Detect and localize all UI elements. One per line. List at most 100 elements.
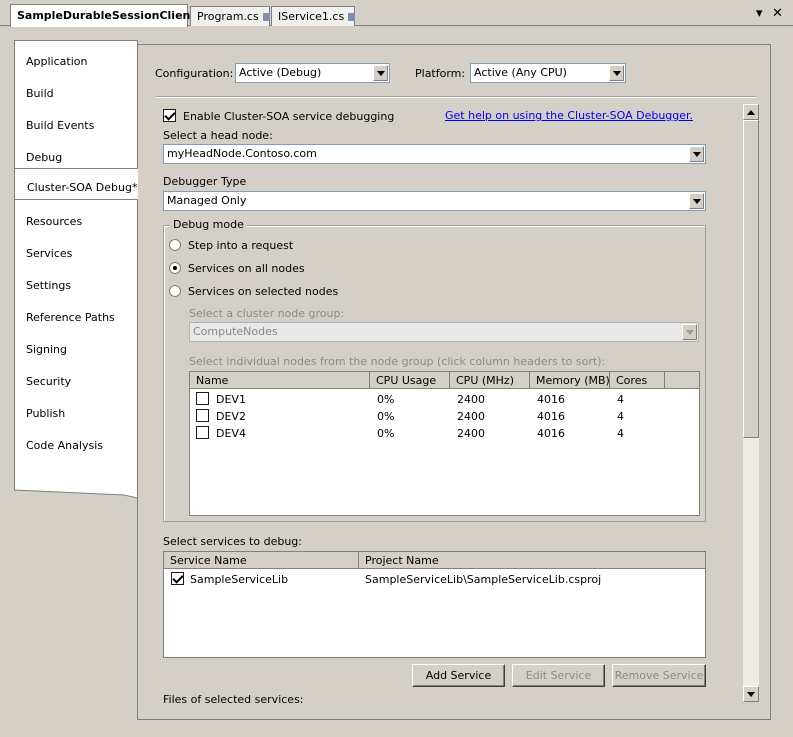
sidebar-item-signing[interactable]: Signing [14, 331, 138, 363]
remove-service-button[interactable]: Remove Service [612, 664, 706, 687]
scroll-thumb[interactable] [743, 120, 759, 438]
property-pages-nav: Application Build Build Events Debug Cluster… [14, 40, 138, 700]
chevron-down-icon[interactable] [373, 65, 388, 81]
chevron-down-icon[interactable] [609, 65, 624, 81]
radio-step-into-request[interactable] [169, 239, 181, 251]
sidebar-item-code-analysis[interactable]: Code Analysis [14, 427, 138, 459]
tab-iservice1-cs[interactable]: IService1.cs [271, 6, 356, 26]
sidebar-item-cluster-soa-debug[interactable]: Cluster-SOA Debug* [14, 168, 138, 200]
node-cores-cell: 4 [617, 393, 624, 406]
lock-icon [262, 13, 270, 21]
sidebar-item-label: Publish [26, 407, 66, 420]
services-grid[interactable]: Service Name Project Name SampleServiceL… [163, 551, 706, 658]
node-group-select[interactable]: ComputeNodes [189, 322, 699, 342]
radio-label: Services on all nodes [188, 262, 305, 275]
head-node-label: Select a head node: [163, 129, 273, 142]
node-checkbox[interactable] [196, 426, 209, 439]
sidebar-item-publish[interactable]: Publish [14, 395, 138, 427]
sidebar-item-label: Resources [26, 215, 83, 228]
table-row[interactable]: DEV4 0% 2400 4016 4 [190, 425, 699, 442]
column-header-cpu-usage[interactable]: CPU Usage [370, 372, 450, 389]
service-name-cell: SampleServiceLib [190, 573, 289, 586]
node-memory-cell: 4016 [537, 393, 565, 406]
sidebar-item-application[interactable]: Application [14, 43, 138, 75]
node-cores-cell: 4 [617, 410, 624, 423]
sidebar-item-build-events[interactable]: Build Events [14, 107, 138, 139]
sidebar-item-label: Build [26, 87, 54, 100]
edit-service-button[interactable]: Edit Service [512, 664, 605, 687]
radio-services-selected-nodes[interactable] [169, 285, 181, 297]
column-header-memory-mb[interactable]: Memory (MB) [530, 372, 610, 389]
sidebar-item-settings[interactable]: Settings [14, 267, 138, 299]
debugger-help-link[interactable]: Get help on using the Cluster-SOA Debugg… [445, 109, 693, 122]
nodes-grid[interactable]: Name CPU Usage CPU (MHz) Memory (MB) Cores D… [189, 371, 700, 516]
enable-debugging-label: Enable Cluster-SOA service debugging [183, 110, 395, 123]
debug-mode-title: Debug mode [170, 218, 247, 231]
node-checkbox[interactable] [196, 409, 209, 422]
sidebar-item-services[interactable]: Services [14, 235, 138, 267]
sidebar-item-label: Cluster-SOA Debug* [27, 181, 138, 194]
node-name-cell: DEV4 [216, 427, 246, 440]
close-document-icon[interactable]: ✕ [772, 6, 783, 21]
head-node-select[interactable]: myHeadNode.Contoso.com [163, 144, 706, 164]
sidebar-item-label: Reference Paths [26, 311, 115, 324]
sidebar-item-label: Settings [26, 279, 72, 292]
configuration-select[interactable]: Active (Debug) [235, 63, 390, 83]
project-name-cell: SampleServiceLib\SampleServiceLib.csproj [365, 573, 602, 586]
enable-debugging-checkbox[interactable] [163, 109, 176, 122]
debugger-type-value: Managed Only [167, 194, 247, 207]
column-header-cores[interactable]: Cores [610, 372, 665, 389]
sidebar-item-label: Code Analysis [26, 439, 103, 452]
document-tab-bar: SampleDurableSessionClient* Program.cs I… [0, 0, 793, 27]
debugger-type-select[interactable]: Managed Only [163, 191, 706, 211]
chevron-down-icon[interactable] [689, 193, 704, 209]
sidebar-item-debug[interactable]: Debug [14, 139, 138, 171]
platform-value: Active (Any CPU) [474, 66, 567, 79]
sidebar-item-security[interactable]: Security [14, 363, 138, 395]
column-header-service-name[interactable]: Service Name [164, 552, 359, 569]
column-header-cpu-mhz[interactable]: CPU (MHz) [450, 372, 530, 389]
sidebar-item-build[interactable]: Build [14, 75, 138, 107]
chevron-down-icon[interactable] [689, 146, 704, 162]
sidebar-item-label: Signing [26, 343, 68, 356]
column-header-project-name[interactable]: Project Name [359, 552, 705, 569]
node-checkbox[interactable] [196, 392, 209, 405]
configuration-label: Configuration: [155, 67, 234, 80]
node-group-label: Select a cluster node group: [189, 307, 345, 320]
node-memory-cell: 4016 [537, 410, 565, 423]
services-label: Select services to debug: [163, 535, 302, 548]
platform-select[interactable]: Active (Any CPU) [470, 63, 626, 83]
node-cpu-usage-cell: 0% [377, 393, 395, 406]
chevron-down-icon[interactable] [682, 324, 697, 340]
sidebar-item-reference-paths[interactable]: Reference Paths [14, 299, 138, 331]
sidebar-item-resources[interactable]: Resources [14, 203, 138, 235]
column-header-name[interactable]: Name [190, 372, 370, 389]
table-row[interactable]: DEV1 0% 2400 4016 4 [190, 391, 699, 408]
node-group-value: ComputeNodes [193, 325, 278, 338]
service-checkbox[interactable] [171, 572, 184, 585]
divider [156, 96, 756, 97]
radio-services-all-nodes[interactable] [169, 262, 181, 274]
debugger-type-label: Debugger Type [163, 175, 247, 188]
vertical-scrollbar[interactable] [743, 104, 759, 702]
node-cpu-mhz-cell: 2400 [457, 393, 485, 406]
add-service-button[interactable]: Add Service [412, 664, 505, 687]
tab-list-dropdown-icon[interactable]: ▾ [756, 6, 763, 21]
node-cores-cell: 4 [617, 427, 624, 440]
head-node-value: myHeadNode.Contoso.com [167, 147, 317, 160]
column-header-filler [665, 372, 699, 389]
scroll-up-icon[interactable] [743, 104, 759, 120]
sidebar-item-label: Build Events [26, 119, 95, 132]
node-cpu-mhz-cell: 2400 [457, 427, 485, 440]
radio-label: Step into a request [188, 239, 294, 252]
radio-label: Services on selected nodes [188, 285, 339, 298]
configuration-value: Active (Debug) [239, 66, 322, 79]
table-row[interactable]: DEV2 0% 2400 4016 4 [190, 408, 699, 425]
tab-program-cs[interactable]: Program.cs [190, 6, 270, 26]
scroll-down-icon[interactable] [743, 686, 759, 702]
tab-project-properties[interactable]: SampleDurableSessionClient* [10, 4, 201, 27]
tab-label: IService1.cs [278, 10, 345, 23]
platform-label: Platform: [415, 67, 466, 80]
files-of-services-label: Files of selected services: [163, 693, 304, 703]
table-row[interactable]: SampleServiceLib SampleServiceLib\Sample… [164, 571, 705, 588]
